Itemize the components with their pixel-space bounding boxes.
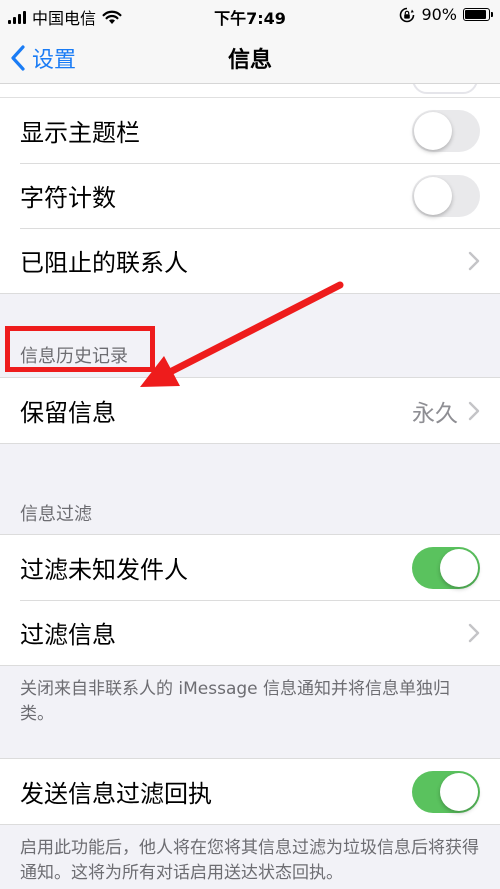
keep-messages-value: 永久 bbox=[412, 400, 458, 427]
chevron-right-icon bbox=[468, 401, 480, 420]
row-label: 发送信息过滤回执 bbox=[20, 780, 212, 808]
battery-fill bbox=[465, 10, 486, 19]
battery-percent: 90% bbox=[421, 5, 457, 24]
toggle-knob bbox=[440, 772, 478, 811]
annotation-highlight-box bbox=[5, 326, 155, 372]
char-count-toggle[interactable] bbox=[412, 174, 480, 217]
row-show-subject: 显示主题栏 bbox=[0, 98, 500, 163]
settings-group-filtering: 过滤未知发件人 过滤信息 bbox=[0, 534, 500, 666]
row-label: 显示主题栏 bbox=[20, 119, 140, 147]
orientation-lock-icon bbox=[400, 7, 415, 22]
toggle-knob bbox=[414, 111, 452, 150]
show-subject-toggle[interactable] bbox=[412, 109, 480, 152]
chevron-right-icon bbox=[468, 251, 480, 270]
navigation-bar: 设置 信息 bbox=[0, 30, 500, 84]
receipts-footer-note: 启用此功能后，他人将在您将其信息过滤为垃圾信息后将获得通知。这将为所有对话启用送… bbox=[20, 838, 479, 883]
row-label: 保留信息 bbox=[20, 399, 116, 427]
toggle-knob bbox=[414, 176, 452, 215]
filter-unknown-toggle[interactable] bbox=[412, 546, 480, 589]
section-header-filtering: 信息过滤 bbox=[20, 504, 92, 525]
settings-group-display: 显示主题栏 字符计数 已阻止的联系人 bbox=[0, 98, 500, 294]
row-label: 过滤信息 bbox=[20, 621, 116, 649]
partial-toggle[interactable] bbox=[412, 84, 478, 94]
row-send-filter-receipts: 发送信息过滤回执 bbox=[0, 759, 500, 824]
page-title: 信息 bbox=[227, 48, 272, 73]
row-char-count: 字符计数 bbox=[0, 163, 500, 228]
status-right: 90% bbox=[399, 5, 493, 24]
row-label: 已阻止的联系人 bbox=[20, 249, 188, 277]
row-label: 过滤未知发件人 bbox=[20, 556, 188, 584]
row-filter-messages[interactable]: 过滤信息 bbox=[0, 600, 500, 665]
row-blocked-contacts[interactable]: 已阻止的联系人 bbox=[0, 228, 500, 293]
toggle-knob bbox=[440, 548, 478, 587]
settings-group-receipts: 发送信息过滤回执 bbox=[0, 758, 500, 825]
send-filter-receipts-toggle[interactable] bbox=[412, 770, 480, 813]
filtering-footer-note: 关闭来自非联系人的 iMessage 信息通知并将信息单独归类。 bbox=[20, 679, 451, 724]
chevron-right-icon bbox=[468, 623, 480, 642]
row-label: 字符计数 bbox=[20, 184, 116, 212]
status-bar: 中国电信 下午7:49 90% bbox=[0, 0, 500, 30]
battery-icon bbox=[463, 8, 493, 21]
row-filter-unknown: 过滤未知发件人 bbox=[0, 535, 500, 600]
row-keep-messages[interactable]: 保留信息 永久 bbox=[0, 378, 500, 443]
settings-group-history: 保留信息 永久 bbox=[0, 377, 500, 444]
partial-row bbox=[0, 84, 500, 98]
